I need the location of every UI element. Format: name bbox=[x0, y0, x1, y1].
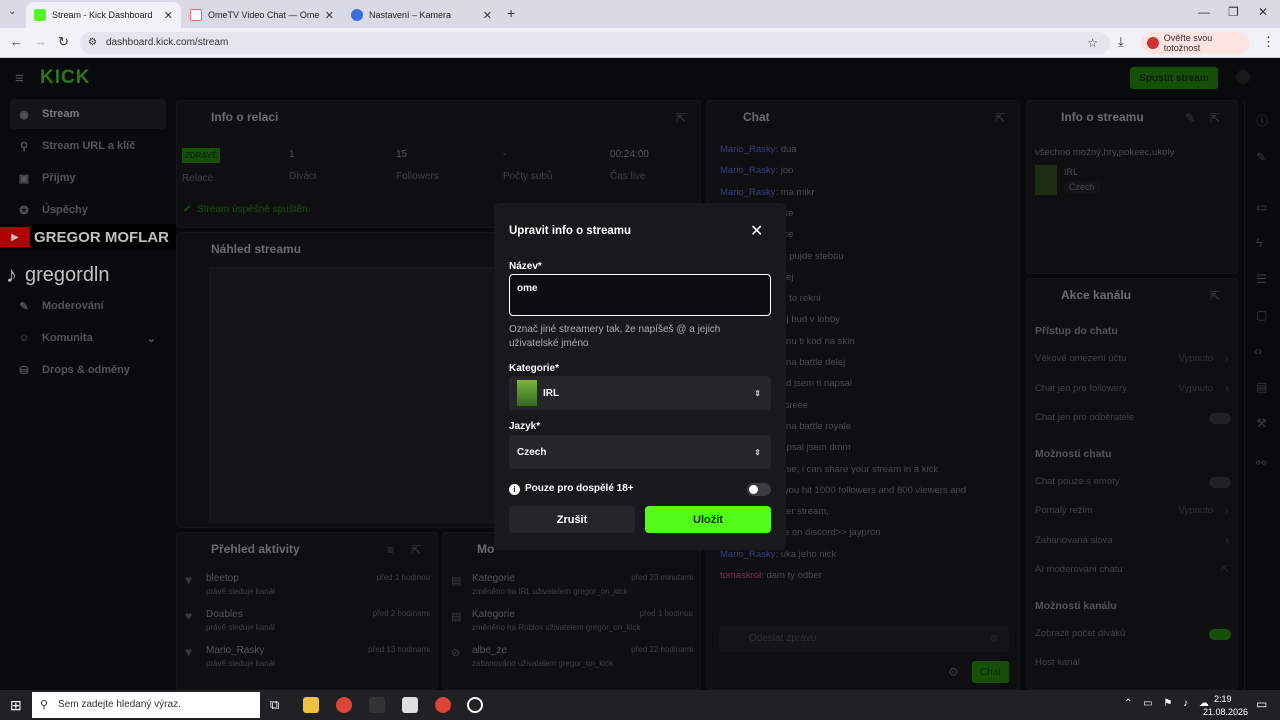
category-value: IRL bbox=[543, 387, 560, 399]
language-select[interactable]: Czech ⇕ bbox=[509, 435, 771, 469]
url-text: dashboard.kick.com/stream bbox=[106, 37, 229, 48]
name-label: Název* bbox=[509, 261, 542, 272]
profile-avatar-icon bbox=[1147, 37, 1159, 49]
clock-date[interactable]: 21.08.2026 bbox=[1203, 707, 1248, 717]
reload-icon[interactable]: ↻ bbox=[58, 34, 69, 50]
profile-chip[interactable]: Ověřte svou totožnost bbox=[1141, 32, 1249, 54]
minimize-icon[interactable]: — bbox=[1198, 5, 1210, 19]
forward-icon[interactable]: → bbox=[34, 34, 47, 49]
info-icon: i bbox=[509, 484, 520, 495]
language-label: Jazyk* bbox=[509, 421, 541, 432]
cancel-label: Zrušit bbox=[556, 513, 588, 526]
maximize-icon[interactable]: ❐ bbox=[1228, 5, 1239, 19]
tab-search-icon[interactable]: ⌄ bbox=[8, 6, 16, 17]
chrome-active-icon[interactable] bbox=[435, 697, 451, 713]
kick-dashboard: ≡ KICK Spustit stream ◉ Stream ⚲ Stream UR… bbox=[0, 58, 1280, 690]
windows-start-icon[interactable]: ⊞ bbox=[10, 697, 22, 714]
obs-icon[interactable] bbox=[467, 697, 483, 713]
notification-icon[interactable]: ▭ bbox=[1256, 697, 1267, 711]
taskbar-search-input[interactable]: ⚲ Sem zadejte hledaný výraz. bbox=[32, 692, 260, 718]
toggle-knob bbox=[749, 485, 758, 494]
back-icon[interactable]: ← bbox=[10, 34, 23, 49]
tab-ometv[interactable]: OmeTV Video Chat — Ome ✕ bbox=[182, 2, 342, 28]
modal-title: Upravit info o streamu bbox=[509, 225, 632, 237]
close-tab-icon[interactable]: ✕ bbox=[483, 9, 492, 22]
kick-favicon-icon bbox=[34, 9, 46, 21]
save-button[interactable]: Uložit bbox=[645, 506, 771, 533]
tab-camera-settings[interactable]: Nastavení – Kamera ✕ bbox=[343, 2, 500, 28]
select-arrows-icon: ⇕ bbox=[754, 388, 761, 398]
site-info-icon[interactable]: ⚙ bbox=[88, 32, 97, 54]
download-icon[interactable]: ⤓ bbox=[1118, 34, 1124, 50]
chrome-icon[interactable] bbox=[336, 697, 352, 713]
windows-taskbar: ⊞ ⚲ Sem zadejte hledaný výraz. ⧉ ⌃ ▭ ⚑ ♪… bbox=[0, 690, 1280, 720]
adult-toggle[interactable] bbox=[747, 483, 771, 496]
name-value: ome bbox=[517, 283, 538, 294]
save-label: Uložit bbox=[693, 513, 723, 526]
profile-label: Ověřte svou totožnost bbox=[1163, 33, 1213, 53]
search-placeholder: Sem zadejte hledaný výraz. bbox=[58, 699, 181, 710]
close-tab-icon[interactable]: ✕ bbox=[325, 9, 334, 22]
new-tab-icon[interactable]: + bbox=[507, 5, 515, 21]
edit-stream-info-modal: Upravit info o streamu ✕ Název* ome Ozna… bbox=[494, 203, 786, 550]
close-icon[interactable]: ✕ bbox=[750, 221, 763, 241]
ometv-favicon-icon bbox=[190, 9, 202, 21]
adult-label: Pouze pro dospělé 18+ bbox=[525, 483, 634, 494]
category-label: Kategorie* bbox=[509, 363, 560, 374]
tab-kick-dashboard[interactable]: Stream - Kick Dashboard ✕ bbox=[26, 2, 181, 28]
tab-label: Stream - Kick Dashboard bbox=[52, 10, 153, 20]
name-field[interactable]: ome bbox=[509, 274, 771, 316]
category-thumbnail bbox=[517, 380, 537, 406]
address-bar: ← → ↻ ⚙ dashboard.kick.com/stream ☆ ⤓ Ov… bbox=[0, 28, 1280, 58]
browser-tab-bar: ⌄ Stream - Kick Dashboard ✕ OmeTV Video … bbox=[0, 0, 1280, 28]
menu-kebab-icon[interactable]: ⋮ bbox=[1262, 34, 1275, 50]
url-input[interactable]: ⚙ dashboard.kick.com/stream ☆ bbox=[80, 32, 1110, 54]
bookmark-star-icon[interactable]: ☆ bbox=[1087, 32, 1098, 54]
tab-label: Nastavení – Kamera bbox=[369, 10, 452, 20]
clock-time[interactable]: 2:19 bbox=[1214, 694, 1232, 704]
category-select[interactable]: IRL ⇕ bbox=[509, 376, 771, 410]
close-window-icon[interactable]: ✕ bbox=[1258, 5, 1268, 19]
language-value: Czech bbox=[517, 446, 547, 458]
gear-favicon-icon bbox=[351, 9, 363, 21]
tray-icons[interactable]: ⌃ ▭ ⚑ ♪ ☁ bbox=[1124, 698, 1213, 709]
notepad-icon[interactable] bbox=[402, 697, 418, 713]
epic-games-icon[interactable] bbox=[369, 697, 385, 713]
file-explorer-icon[interactable] bbox=[303, 697, 319, 713]
mention-hint: Označ jiné streamery tak, že napíšeš @ a… bbox=[509, 324, 721, 349]
select-arrows-icon: ⇕ bbox=[754, 447, 761, 457]
tab-label: OmeTV Video Chat — Ome bbox=[208, 10, 320, 20]
task-view-icon[interactable]: ⧉ bbox=[270, 697, 279, 713]
close-tab-icon[interactable]: ✕ bbox=[164, 9, 173, 22]
cancel-button[interactable]: Zrušit bbox=[509, 506, 635, 533]
search-icon: ⚲ bbox=[40, 699, 49, 711]
